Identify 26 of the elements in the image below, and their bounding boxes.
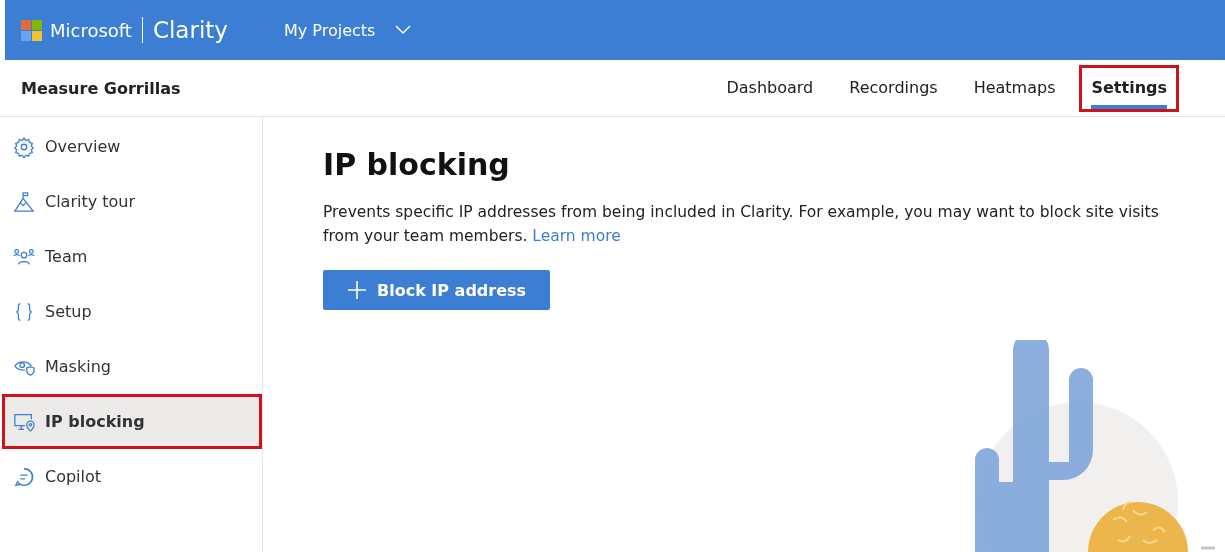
four-squares-logo-icon xyxy=(21,19,42,41)
settings-icon xyxy=(13,135,35,158)
page-title: IP blocking xyxy=(323,147,511,182)
sidebar-item[interactable]: Clarity tour xyxy=(2,174,262,229)
learn-more-link[interactable]: Learn more xyxy=(532,227,621,245)
brand-name: Microsoft xyxy=(50,19,132,41)
sidebar-item[interactable]: Overview xyxy=(2,119,262,174)
chat-icon xyxy=(13,465,35,488)
projects-dropdown[interactable]: My Projects xyxy=(283,20,412,40)
nav-tab[interactable]: Recordings xyxy=(837,64,950,112)
mountain-flag-icon xyxy=(13,190,35,213)
sidebar-item[interactable]: Copilot xyxy=(2,449,262,504)
nav-tab[interactable]: Settings xyxy=(1079,64,1179,112)
chevron-down-icon xyxy=(395,25,412,35)
nav-tab[interactable]: Dashboard xyxy=(714,64,826,112)
braces-icon xyxy=(13,300,35,323)
sidebar-item[interactable]: Team xyxy=(2,229,262,284)
sidebar-item[interactable]: Setup xyxy=(2,284,262,339)
sidebar-item[interactable]: IP blocking xyxy=(2,394,262,449)
sidebar-item[interactable]: Masking xyxy=(2,339,262,394)
project-name: Measure Gorrillas xyxy=(21,78,181,98)
description-text: Prevents specific IP addresses from being included in Clarity. For example, you may want to block site visits from your team members. Learn more xyxy=(323,202,1160,247)
plus-icon xyxy=(347,280,367,300)
product-name: Clarity xyxy=(152,17,228,43)
nav-tab[interactable]: Heatmaps xyxy=(961,64,1068,112)
block-ip-button[interactable]: Block IP address xyxy=(323,270,551,310)
